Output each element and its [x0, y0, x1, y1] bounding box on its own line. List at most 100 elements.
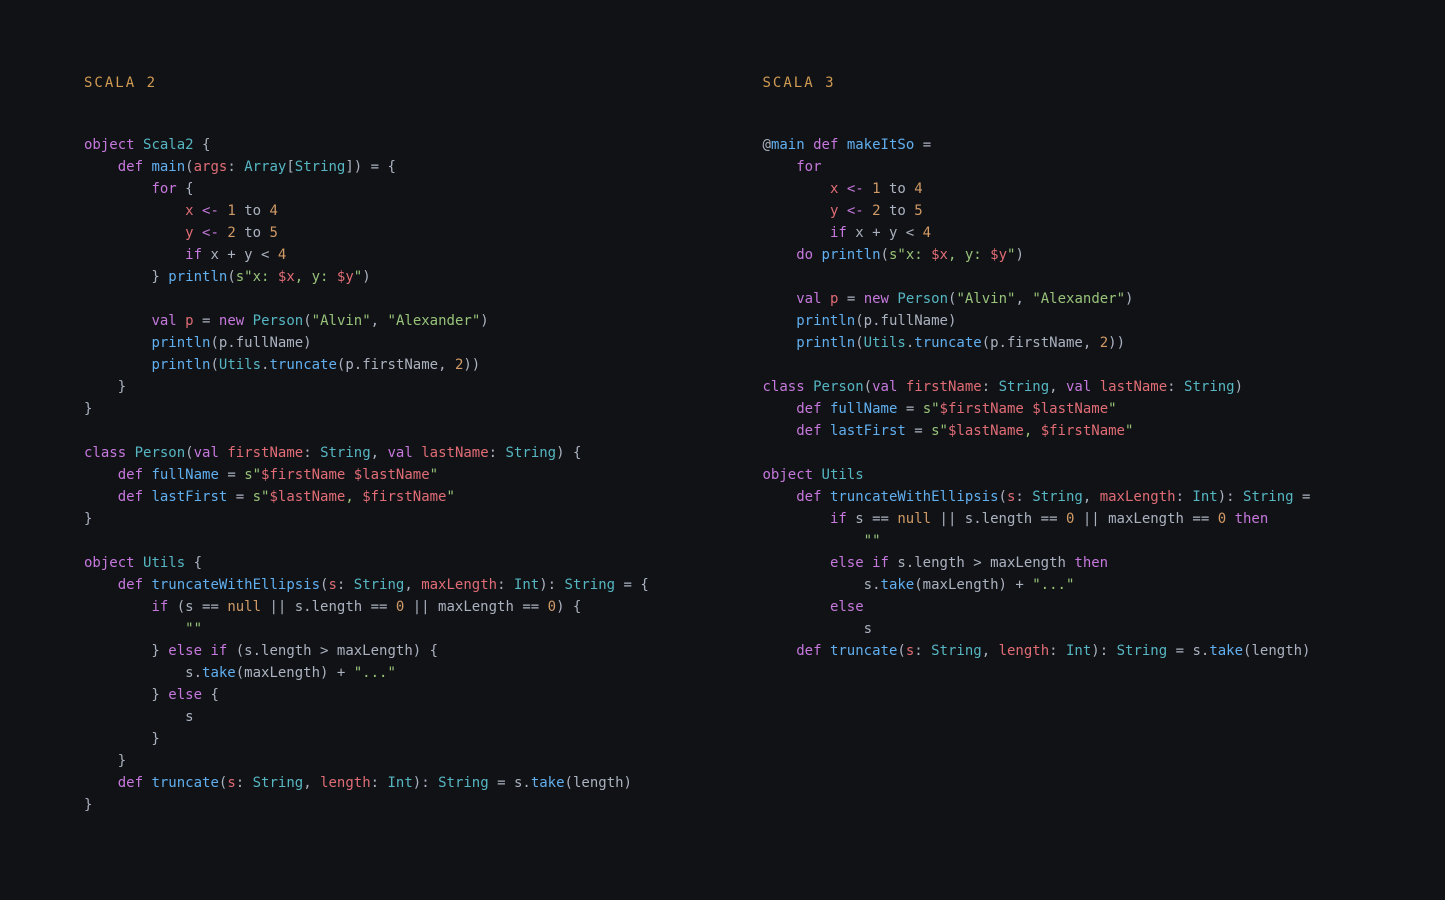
code-token — [763, 335, 797, 351]
code-token — [763, 555, 830, 571]
code-token: new — [864, 291, 889, 307]
code-token: } — [84, 687, 168, 703]
code-token: : — [489, 445, 506, 461]
code-token: main — [771, 137, 805, 153]
code-token — [84, 775, 118, 791]
code-token: $x — [278, 269, 295, 285]
code-token: , y: — [295, 269, 337, 285]
code-token: (p.firstName, — [337, 357, 455, 373]
code-token: val — [194, 445, 219, 461]
code-token: Int — [514, 577, 539, 593]
code-token: )) — [463, 357, 480, 373]
code-token: ( — [303, 313, 311, 329]
code-token: ) — [1235, 379, 1243, 395]
code-token — [84, 357, 151, 373]
code-token — [838, 203, 846, 219]
code-token: ( — [227, 269, 235, 285]
code-token: makeItSo — [847, 137, 914, 153]
code-token: String — [1243, 489, 1294, 505]
code-token — [763, 423, 797, 439]
code-token: 4 — [269, 203, 277, 219]
code-token: , — [1083, 489, 1100, 505]
code-token: @ — [763, 137, 771, 153]
code-token: || s.length == — [261, 599, 396, 615]
code-token: : — [1167, 379, 1184, 395]
code-token — [84, 599, 151, 615]
code-token: String — [1117, 643, 1168, 659]
code-token: } — [84, 643, 168, 659]
code-token: = — [906, 423, 931, 439]
code-token: println — [822, 247, 881, 263]
code-token: } — [84, 753, 126, 769]
code-token: maxLength — [1100, 489, 1176, 505]
code-token: length — [320, 775, 371, 791]
code-token: || maxLength == — [404, 599, 547, 615]
code-token: = — [219, 467, 244, 483]
code-token: take — [531, 775, 565, 791]
code-token: { — [177, 181, 194, 197]
code-token: Utils — [864, 335, 906, 351]
code-token — [84, 225, 185, 241]
code-token: = — [914, 137, 931, 153]
code-token: then — [1235, 511, 1269, 527]
code-token — [177, 313, 185, 329]
code-token: def — [796, 401, 821, 417]
code-token — [763, 203, 830, 219]
code-token: 4 — [914, 181, 922, 197]
code-token — [1226, 511, 1234, 527]
code-token — [763, 511, 830, 527]
code-token: Person — [813, 379, 864, 395]
code-token: firstName — [227, 445, 303, 461]
code-token: s == — [847, 511, 898, 527]
code-token: object — [84, 137, 135, 153]
code-token: ( — [881, 247, 889, 263]
code-token: [ — [286, 159, 294, 175]
code-token: println — [151, 357, 210, 373]
code-token: } — [84, 379, 126, 395]
code-token — [805, 137, 813, 153]
code-token: "" — [864, 533, 881, 549]
code-token: : — [227, 159, 244, 175]
code-token: s. — [84, 665, 202, 681]
code-token: , — [303, 775, 320, 791]
code-token: ) { — [556, 445, 581, 461]
code-token — [763, 247, 797, 263]
code-token: (length) — [1243, 643, 1310, 659]
code-token: Array — [244, 159, 286, 175]
code-token: take — [881, 577, 915, 593]
code-token: println — [168, 269, 227, 285]
code-token: ) { — [556, 599, 581, 615]
code-token — [822, 401, 830, 417]
code-token: "..." — [1032, 577, 1074, 593]
code-token: , — [1024, 423, 1041, 439]
code-token: $lastName — [948, 423, 1024, 439]
code-token — [838, 137, 846, 153]
code-token: (s == — [168, 599, 227, 615]
code-token: if — [830, 225, 847, 241]
code-token: , — [371, 445, 388, 461]
code-token: <- — [202, 203, 219, 219]
code-token: $y — [990, 247, 1007, 263]
code-token: "Alexander" — [1032, 291, 1125, 307]
code-token: truncate — [830, 643, 897, 659]
code-token: String — [931, 643, 982, 659]
code-token: String — [295, 159, 346, 175]
code-token: ( — [897, 643, 905, 659]
code-token: Scala2 — [143, 137, 194, 153]
code-token: ( — [185, 159, 193, 175]
code-token: (s.length > maxLength) { — [227, 643, 438, 659]
code-token: ) — [1015, 247, 1023, 263]
code-token: def — [118, 159, 143, 175]
code-token — [126, 445, 134, 461]
code-token: , — [345, 489, 362, 505]
code-token: fullName — [830, 401, 897, 417]
code-token: Int — [1066, 643, 1091, 659]
code-token — [763, 291, 797, 307]
code-token: to — [881, 203, 915, 219]
code-token — [763, 599, 830, 615]
code-token: = — [1294, 489, 1311, 505]
code-token: val — [796, 291, 821, 307]
code-token: 4 — [923, 225, 931, 241]
code-token: lastFirst — [151, 489, 227, 505]
code-token: 0 — [1218, 511, 1226, 527]
